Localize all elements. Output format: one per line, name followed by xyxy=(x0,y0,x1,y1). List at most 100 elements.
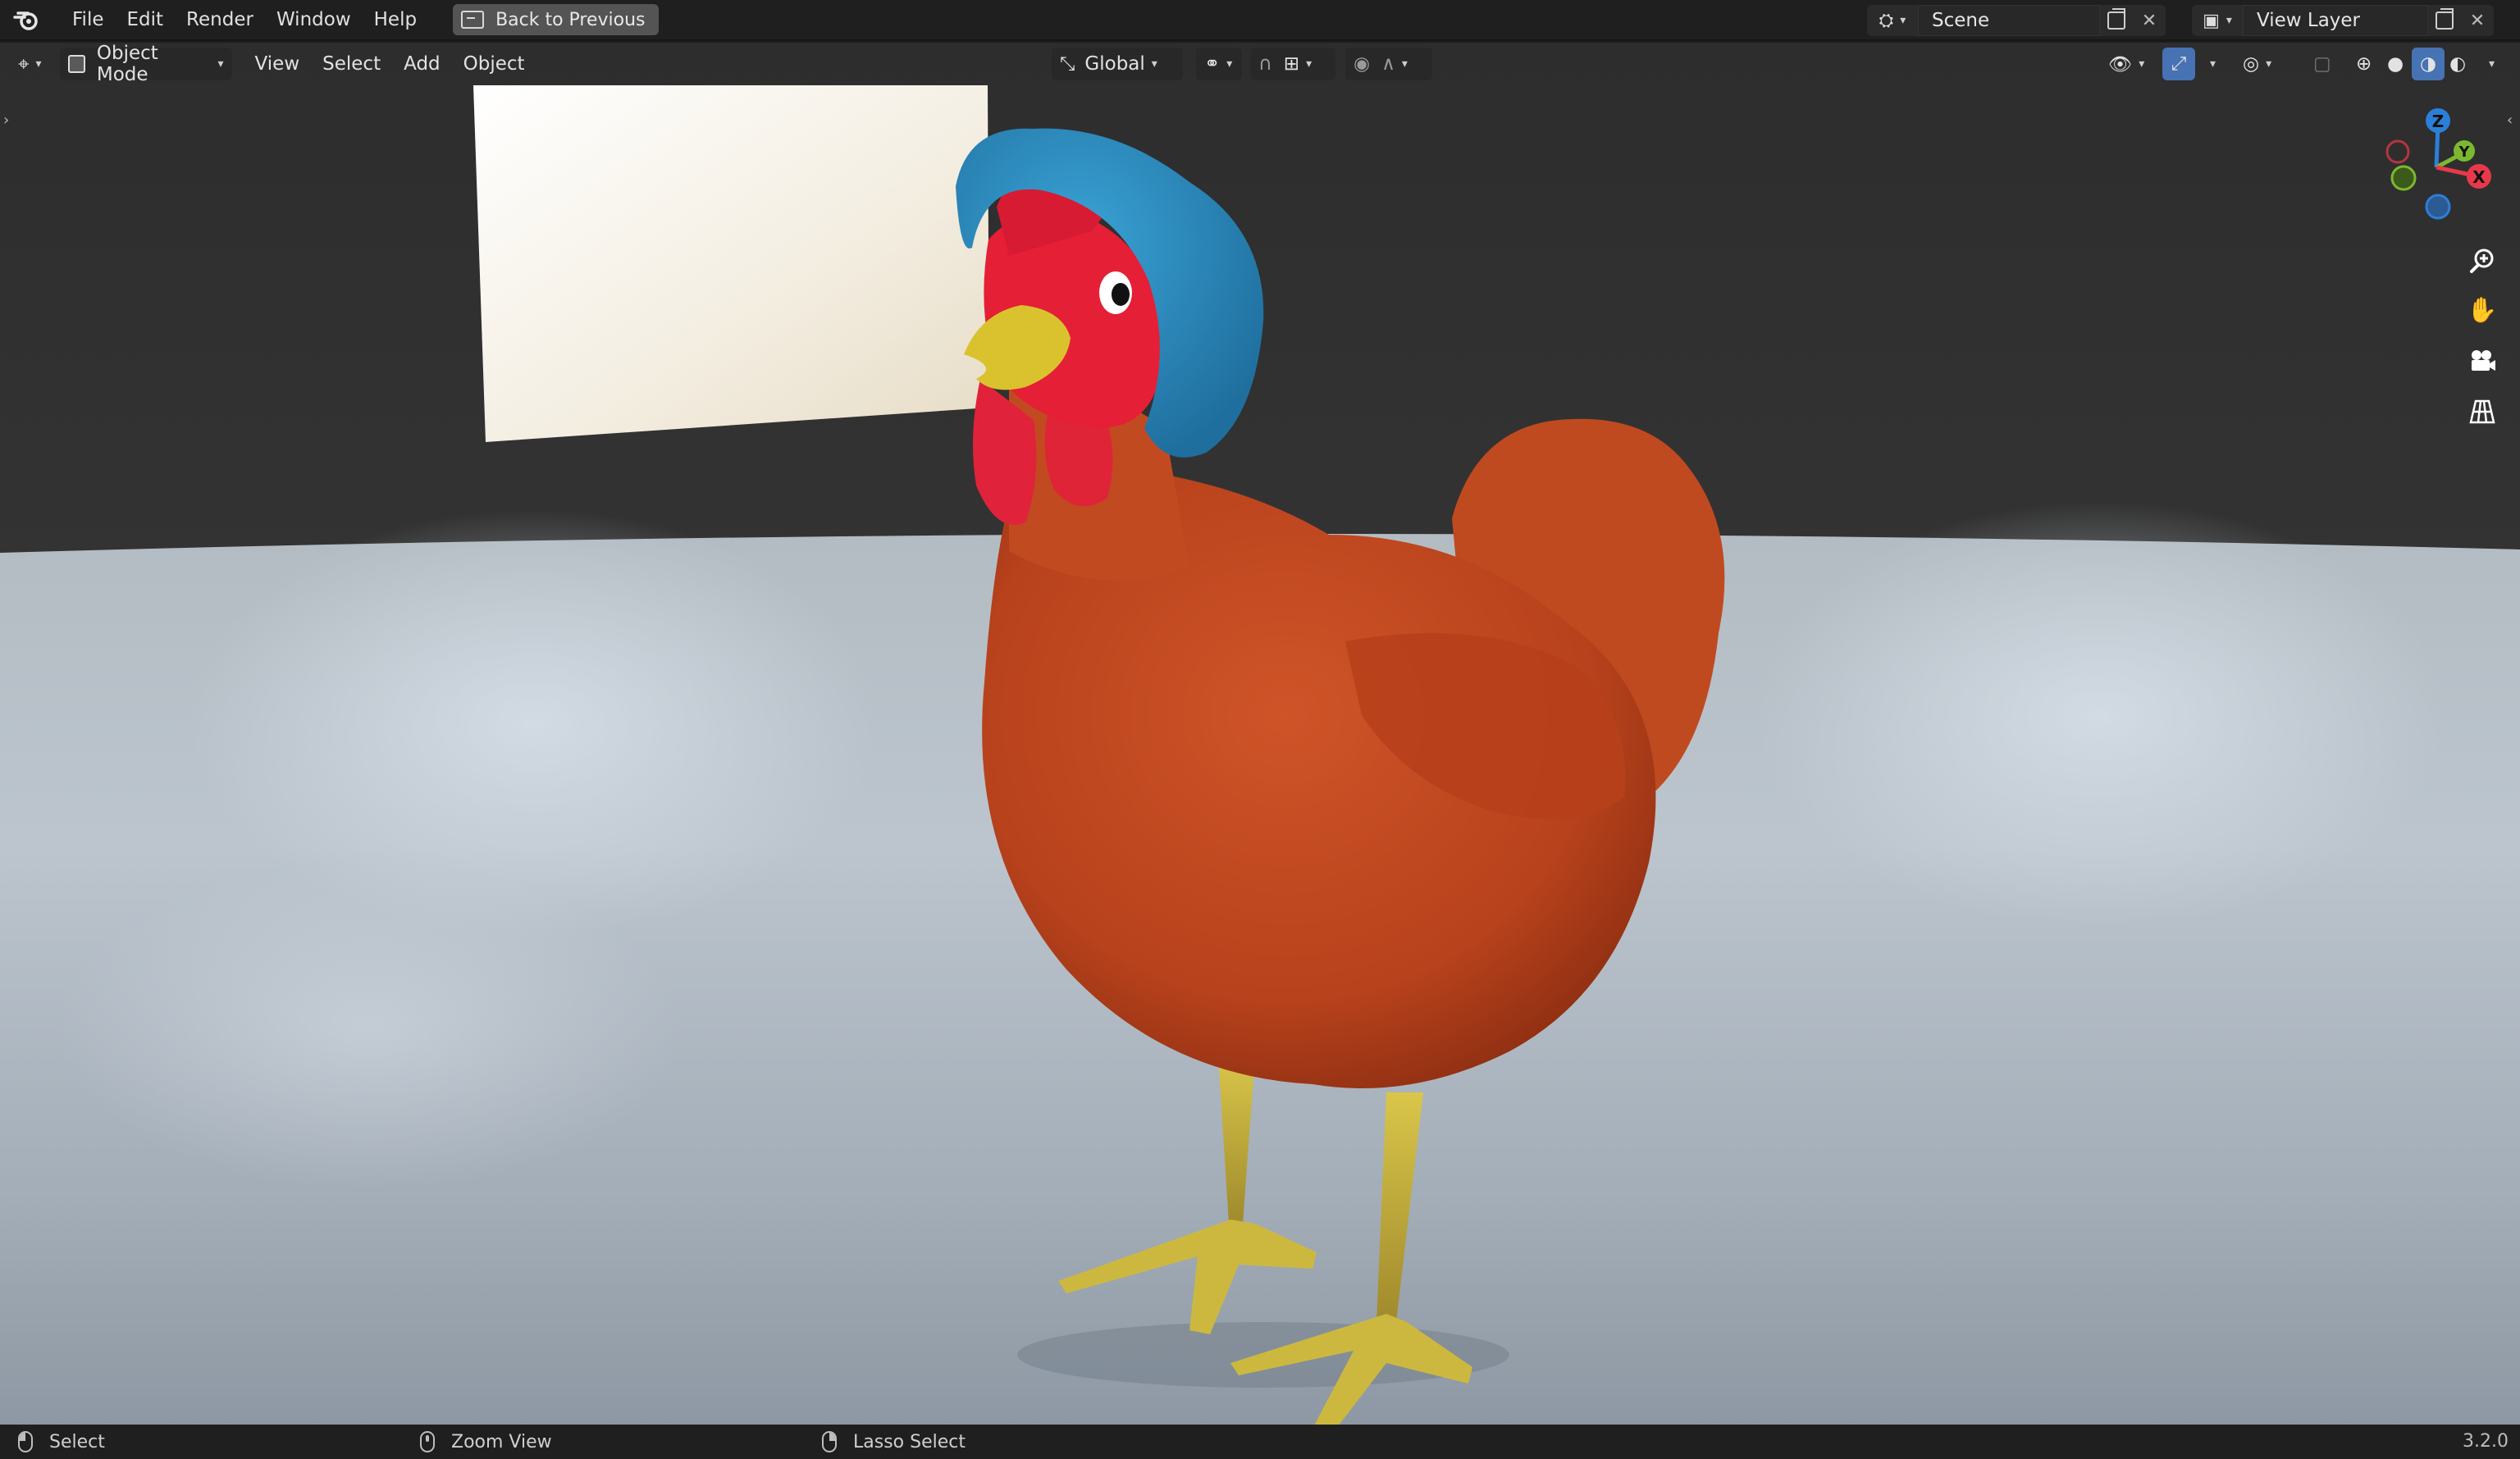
mouse-left-icon xyxy=(18,1431,33,1452)
falloff-icon: ∧ xyxy=(1381,53,1395,75)
scene-icon: ⛭ xyxy=(1879,10,1894,31)
close-icon: ✕ xyxy=(2469,10,2486,31)
orientation-icon: ⤡ xyxy=(1060,53,1075,75)
scene-selector: ⛭ ▾ Scene ✕ xyxy=(1867,5,2166,36)
shading-options-dropdown[interactable]: ▾ xyxy=(2474,48,2503,80)
new-scene-button[interactable] xyxy=(2100,5,2133,36)
x-axis-handle[interactable]: X xyxy=(2467,164,2491,189)
zoom-view-button[interactable] xyxy=(2463,241,2502,280)
scene-browse-button[interactable]: ⛭ ▾ xyxy=(1867,5,1918,36)
menu-file[interactable]: File xyxy=(61,4,116,35)
3d-viewport[interactable]: Z Y X ✋ › ‹ xyxy=(0,43,2520,1425)
xray-toggle-button[interactable]: ▢ xyxy=(2305,48,2340,80)
mouse-middle-icon xyxy=(420,1431,435,1452)
light-card[interactable] xyxy=(473,85,989,442)
status-right-click: Lasso Select xyxy=(822,1431,966,1452)
solid-sphere-icon: ● xyxy=(2387,53,2404,75)
z-axis-handle[interactable]: Z xyxy=(2426,108,2450,133)
hand-icon: ✋ xyxy=(2467,295,2498,325)
toolbar-expand-toggle[interactable]: › xyxy=(3,112,9,129)
new-view-layer-button[interactable] xyxy=(2428,5,2461,36)
pan-view-button[interactable]: ✋ xyxy=(2463,290,2502,330)
status-left-click: Select xyxy=(18,1431,105,1452)
z-axis-label: Z xyxy=(2432,112,2445,131)
sidebar-expand-toggle[interactable]: ‹ xyxy=(2507,112,2513,129)
zoom-icon xyxy=(2470,248,2494,273)
neg-x-axis-handle[interactable] xyxy=(2385,139,2410,164)
eye-icon: 👁 xyxy=(2108,53,2133,75)
menu-help[interactable]: Help xyxy=(363,4,428,35)
rendered-shading-button[interactable]: ◐ xyxy=(2441,48,2474,80)
y-axis-handle[interactable]: Y xyxy=(2454,140,2475,162)
menu-view[interactable]: View xyxy=(244,48,312,80)
gizmo-toggle-button[interactable]: ⤢ xyxy=(2162,48,2195,80)
viewport-header: ⌖ ▾ Object Mode ▾ View Select Add Object … xyxy=(0,43,2520,85)
object-mode-dropdown[interactable]: Object Mode ▾ xyxy=(59,43,232,85)
wireframe-shading-button[interactable]: ⊕ xyxy=(2348,48,2380,80)
duplicate-icon xyxy=(2436,8,2454,30)
view-layer-icon: ▣ xyxy=(2203,10,2220,31)
status-right-click-label: Lasso Select xyxy=(853,1431,966,1452)
back-to-previous-label: Back to Previous xyxy=(495,9,646,30)
duplicate-icon xyxy=(2107,8,2125,30)
proportional-edit-icon: ◉ xyxy=(1354,53,1371,75)
menu-select[interactable]: Select xyxy=(311,48,392,80)
wireframe-sphere-icon: ⊕ xyxy=(2356,53,2372,75)
status-bar: Select Zoom View Lasso Select 3.2.0 xyxy=(0,1425,2520,1459)
neg-z-axis-handle[interactable] xyxy=(2425,194,2451,220)
material-preview-shading-button[interactable]: ◑ xyxy=(2412,48,2445,80)
top-bar: File Edit Render Window Help Back to Pre… xyxy=(0,0,2520,41)
y-axis-label: Y xyxy=(2458,144,2470,161)
delete-scene-button[interactable]: ✕ xyxy=(2133,5,2166,36)
transform-orientation-dropdown[interactable]: ⤡ Global ▾ xyxy=(1052,48,1183,80)
view-layer-name-label: View Layer xyxy=(2257,10,2361,31)
x-axis-label: X xyxy=(2472,167,2486,187)
close-icon: ✕ xyxy=(2141,10,2157,31)
navigation-gizmo[interactable]: Z Y X xyxy=(2371,100,2502,231)
back-to-previous-button[interactable]: Back to Previous xyxy=(453,4,659,35)
overlays-toggle-button[interactable]: ◎ ▾ xyxy=(2235,48,2280,80)
menu-render[interactable]: Render xyxy=(175,4,265,35)
mouse-right-icon xyxy=(822,1431,837,1452)
back-icon xyxy=(461,11,485,29)
menu-object[interactable]: Object xyxy=(452,48,536,80)
camera-view-button[interactable] xyxy=(2463,341,2502,381)
neg-y-axis-handle[interactable] xyxy=(2390,165,2417,191)
object-mode-label: Object Mode xyxy=(96,43,158,85)
solid-shading-button[interactable]: ● xyxy=(2379,48,2412,80)
gizmo-icon: ⤢ xyxy=(2171,53,2187,75)
menu-edit[interactable]: Edit xyxy=(116,4,176,35)
rendered-sphere-icon: ◐ xyxy=(2449,53,2467,75)
proportional-editing-controls[interactable]: ◉ ∧ ▾ xyxy=(1345,48,1432,80)
overlays-icon: ◎ xyxy=(2243,53,2260,75)
transform-orientation-label: Global xyxy=(1084,53,1145,75)
camera-icon xyxy=(2472,350,2495,371)
snap-magnet-icon: ∩ xyxy=(1258,53,1272,75)
menu-add[interactable]: Add xyxy=(392,48,452,80)
editor-type-icon: ⌖ xyxy=(18,52,30,75)
view-layer-selector: ▣ ▾ View Layer ✕ xyxy=(2192,5,2494,36)
object-mode-icon xyxy=(67,55,85,73)
scene-name-field[interactable]: Scene xyxy=(1918,5,2100,36)
perspective-toggle-button[interactable] xyxy=(2463,392,2502,431)
viewport-scene xyxy=(0,43,2520,1425)
snap-increment-icon: ⊞ xyxy=(1283,53,1300,75)
version-label: 3.2.0 xyxy=(2463,1431,2509,1452)
pivot-icon: ⚭ xyxy=(1204,53,1221,75)
status-middle-click-label: Zoom View xyxy=(451,1431,552,1452)
blender-logo-icon[interactable] xyxy=(13,6,41,34)
view-layer-browse-button[interactable]: ▣ ▾ xyxy=(2192,5,2243,36)
status-left-click-label: Select xyxy=(49,1431,105,1452)
snap-controls[interactable]: ∩ ⊞ ▾ xyxy=(1250,48,1335,80)
delete-view-layer-button[interactable]: ✕ xyxy=(2461,5,2494,36)
material-sphere-icon: ◑ xyxy=(2420,53,2437,75)
pivot-point-dropdown[interactable]: ⚭ ▾ xyxy=(1196,48,1242,80)
gizmo-dropdown[interactable]: ▾ xyxy=(2195,48,2224,80)
status-middle-click: Zoom View xyxy=(420,1431,552,1452)
xray-icon: ▢ xyxy=(2313,53,2331,75)
grid-icon xyxy=(2469,399,2495,424)
visibility-dropdown[interactable]: 👁 ▾ xyxy=(2100,48,2152,80)
editor-type-button[interactable]: ⌖ ▾ xyxy=(10,48,50,80)
menu-window[interactable]: Window xyxy=(265,4,363,35)
view-layer-name-field[interactable]: View Layer xyxy=(2243,5,2428,36)
